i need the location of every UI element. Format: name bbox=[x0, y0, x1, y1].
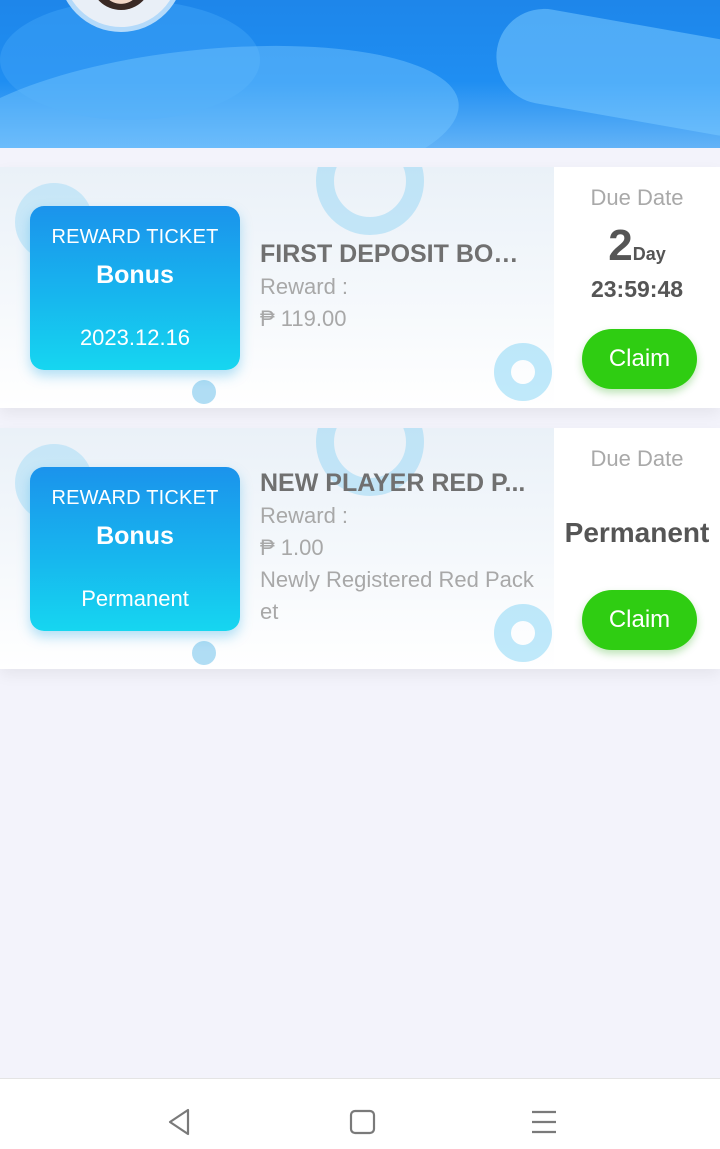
reward-ticket-card: REWARD TICKET Bonus Permanent NEW PLAYER… bbox=[0, 428, 720, 669]
ring-decoration bbox=[316, 167, 424, 235]
reward-ticket-badge: REWARD TICKET Bonus 2023.12.16 bbox=[30, 206, 240, 370]
due-days: 2 bbox=[608, 221, 633, 270]
due-date-label: Due Date bbox=[590, 446, 684, 471]
bubble-decoration bbox=[192, 380, 216, 404]
ticket-details: FIRST DEPOSIT BON... Reward : ₱ 119.00 bbox=[260, 237, 540, 335]
due-countdown: 2Day bbox=[554, 221, 720, 271]
reward-ticket-badge: REWARD TICKET Bonus Permanent bbox=[30, 467, 240, 631]
profile-header bbox=[0, 0, 720, 148]
avatar-photo bbox=[91, 0, 151, 10]
due-days-unit: Day bbox=[632, 244, 666, 264]
due-date-panel: Due Date 2Day 23:59:48 Claim bbox=[554, 167, 720, 408]
ticket-title: NEW PLAYER RED P... bbox=[260, 469, 526, 497]
due-time: 23:59:48 bbox=[590, 276, 684, 302]
reward-ticket-card: REWARD TICKET Bonus 2023.12.16 FIRST DEP… bbox=[0, 167, 720, 408]
due-date-panel: Due Date Permanent Claim bbox=[554, 428, 720, 669]
ticket-title: FIRST DEPOSIT BON... bbox=[260, 240, 532, 268]
ticket-date: 2023.12.16 bbox=[79, 325, 191, 350]
reward-amount: ₱ 119.00 bbox=[260, 306, 347, 331]
header-wave-decoration bbox=[488, 1, 720, 144]
claim-button[interactable]: Claim bbox=[582, 590, 697, 650]
ticket-description: Newly Registered Red Packet bbox=[260, 567, 534, 624]
ticket-details: NEW PLAYER RED P... Reward : ₱ 1.00 Newl… bbox=[260, 466, 540, 628]
reward-label: Reward : bbox=[260, 274, 349, 299]
reward-label: Reward : bbox=[260, 503, 349, 528]
ticket-info-panel: REWARD TICKET Bonus 2023.12.16 FIRST DEP… bbox=[0, 167, 554, 408]
ticket-date: Permanent bbox=[81, 586, 189, 611]
menu-icon[interactable] bbox=[526, 1106, 562, 1138]
ticket-type: Bonus bbox=[96, 522, 174, 550]
due-date-value: Permanent bbox=[564, 517, 710, 548]
due-date-label: Due Date bbox=[590, 185, 684, 210]
ticket-type: Bonus bbox=[96, 261, 174, 289]
ticket-info-panel: REWARD TICKET Bonus Permanent NEW PLAYER… bbox=[0, 428, 554, 669]
ticket-label: REWARD TICKET bbox=[51, 487, 219, 509]
home-icon[interactable] bbox=[345, 1106, 381, 1138]
bubble-decoration bbox=[192, 641, 216, 665]
system-nav-bar bbox=[0, 1078, 720, 1149]
ticket-label: REWARD TICKET bbox=[51, 226, 219, 248]
ring-decoration bbox=[494, 343, 552, 401]
back-icon[interactable] bbox=[162, 1106, 198, 1138]
claim-button[interactable]: Claim bbox=[582, 329, 697, 389]
reward-amount: ₱ 1.00 bbox=[260, 535, 324, 560]
